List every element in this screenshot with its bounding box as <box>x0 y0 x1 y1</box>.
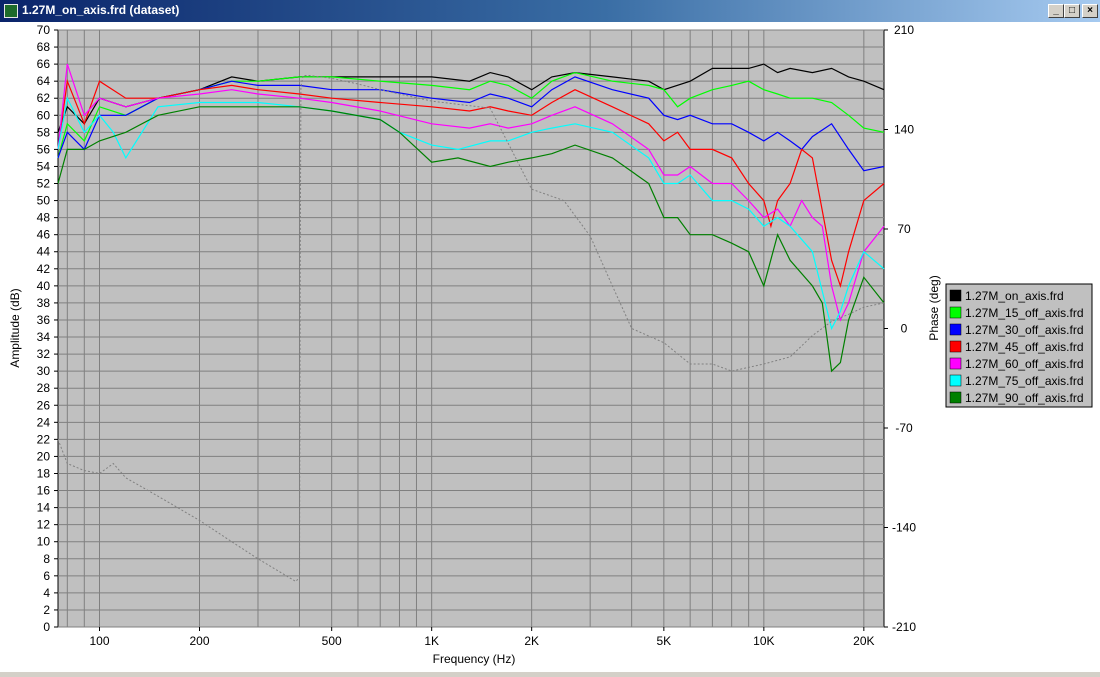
x-tick-label: 200 <box>189 634 209 648</box>
legend-label: 1.27M_on_axis.frd <box>965 289 1064 303</box>
legend: 1.27M_on_axis.frd 1.27M_15_off_axis.frd 1.… <box>945 283 1093 408</box>
legend-label: 1.27M_30_off_axis.frd <box>965 323 1084 337</box>
frequency-response-chart: 0246810121416182022242628303234363840424… <box>8 23 1093 666</box>
x-tick-label: 100 <box>89 634 109 648</box>
y-tick-label: 48 <box>37 211 51 225</box>
y-tick-label: 60 <box>37 108 51 122</box>
legend-label: 1.27M_90_off_axis.frd <box>965 391 1084 405</box>
y-tick-label: 54 <box>37 159 51 173</box>
y-tick-label: 24 <box>37 415 51 429</box>
y-right-tick-label: 210 <box>894 23 914 37</box>
y-tick-label: 2 <box>43 603 50 617</box>
y-tick-label: 34 <box>37 330 51 344</box>
y-tick-label: 4 <box>43 586 50 600</box>
y-tick-label: 62 <box>37 91 51 105</box>
y-right-tick-label: 70 <box>897 222 911 236</box>
y-tick-label: 58 <box>37 125 51 139</box>
y-tick-label: 26 <box>37 398 51 412</box>
x-axis-title: Frequency (Hz) <box>433 652 516 666</box>
y-tick-label: 70 <box>37 23 51 37</box>
y-tick-label: 64 <box>37 74 51 88</box>
y-tick-label: 14 <box>37 501 51 515</box>
y-tick-label: 30 <box>37 364 51 378</box>
y-tick-label: 18 <box>37 466 51 480</box>
legend-swatch <box>949 306 962 319</box>
x-tick-label: 2K <box>524 634 539 648</box>
x-tick-label: 500 <box>322 634 342 648</box>
y-tick-label: 40 <box>37 279 51 293</box>
title-bar: 1.27M_on_axis.frd (dataset) _ □ × <box>0 0 1100 22</box>
y-right-tick-label: -140 <box>892 521 916 535</box>
y-tick-label: 6 <box>43 569 50 583</box>
legend-label: 1.27M_60_off_axis.frd <box>965 357 1084 371</box>
maximize-button[interactable]: □ <box>1064 4 1080 18</box>
y-tick-label: 36 <box>37 313 51 327</box>
legend-label: 1.27M_75_off_axis.frd <box>965 374 1084 388</box>
y-tick-label: 46 <box>37 228 51 242</box>
chart-window: 0 2 4 6 8 10 12 14 16 18 20 22 24 26 28 30 32 34 36 38 40 42 4… <box>0 22 1100 672</box>
y-tick-label: 38 <box>37 296 51 310</box>
y-right-tick-label: -70 <box>895 421 913 435</box>
y-axis-title: Amplitude (dB) <box>8 288 22 367</box>
y-tick-label: 10 <box>37 535 51 549</box>
legend-swatch <box>949 323 962 336</box>
legend-swatch <box>949 289 962 302</box>
y-tick-label: 16 <box>37 484 51 498</box>
y-tick-label: 22 <box>37 432 51 446</box>
y-tick-label: 50 <box>37 194 51 208</box>
y-right-tick-label: 140 <box>894 123 914 137</box>
y-tick-label: 56 <box>37 142 51 156</box>
y-tick-label: 66 <box>37 57 51 71</box>
legend-label: 1.27M_45_off_axis.frd <box>965 340 1084 354</box>
close-button[interactable]: × <box>1082 4 1098 18</box>
y-tick-label: 8 <box>43 552 50 566</box>
legend-swatch <box>949 357 962 370</box>
legend-swatch <box>949 374 962 387</box>
plot-area <box>57 29 885 628</box>
minimize-button[interactable]: _ <box>1048 4 1064 18</box>
y-tick-label: 52 <box>37 177 51 191</box>
y-tick-label: 0 <box>43 620 50 634</box>
y-tick-label: 44 <box>37 245 51 259</box>
y-tick-label: 28 <box>37 381 51 395</box>
y-right-tick-label: -210 <box>892 620 916 634</box>
legend-swatch <box>949 340 962 353</box>
y-tick-label: 42 <box>37 262 51 276</box>
x-tick-label: 10K <box>753 634 774 648</box>
y-tick-label: 68 <box>37 40 51 54</box>
x-tick-label: 5K <box>657 634 672 648</box>
y-right-tick-label: 0 <box>901 322 908 336</box>
app-icon <box>4 4 18 18</box>
legend-label: 1.27M_15_off_axis.frd <box>965 306 1084 320</box>
y-tick-label: 12 <box>37 518 51 532</box>
y-tick-label: 20 <box>37 449 51 463</box>
x-tick-label: 1K <box>424 634 439 648</box>
x-tick-label: 20K <box>853 634 874 648</box>
window-title: 1.27M_on_axis.frd (dataset) <box>22 3 180 17</box>
legend-swatch <box>949 391 962 404</box>
y-tick-label: 32 <box>37 347 51 361</box>
y-axis-right-title: Phase (deg) <box>927 275 941 340</box>
